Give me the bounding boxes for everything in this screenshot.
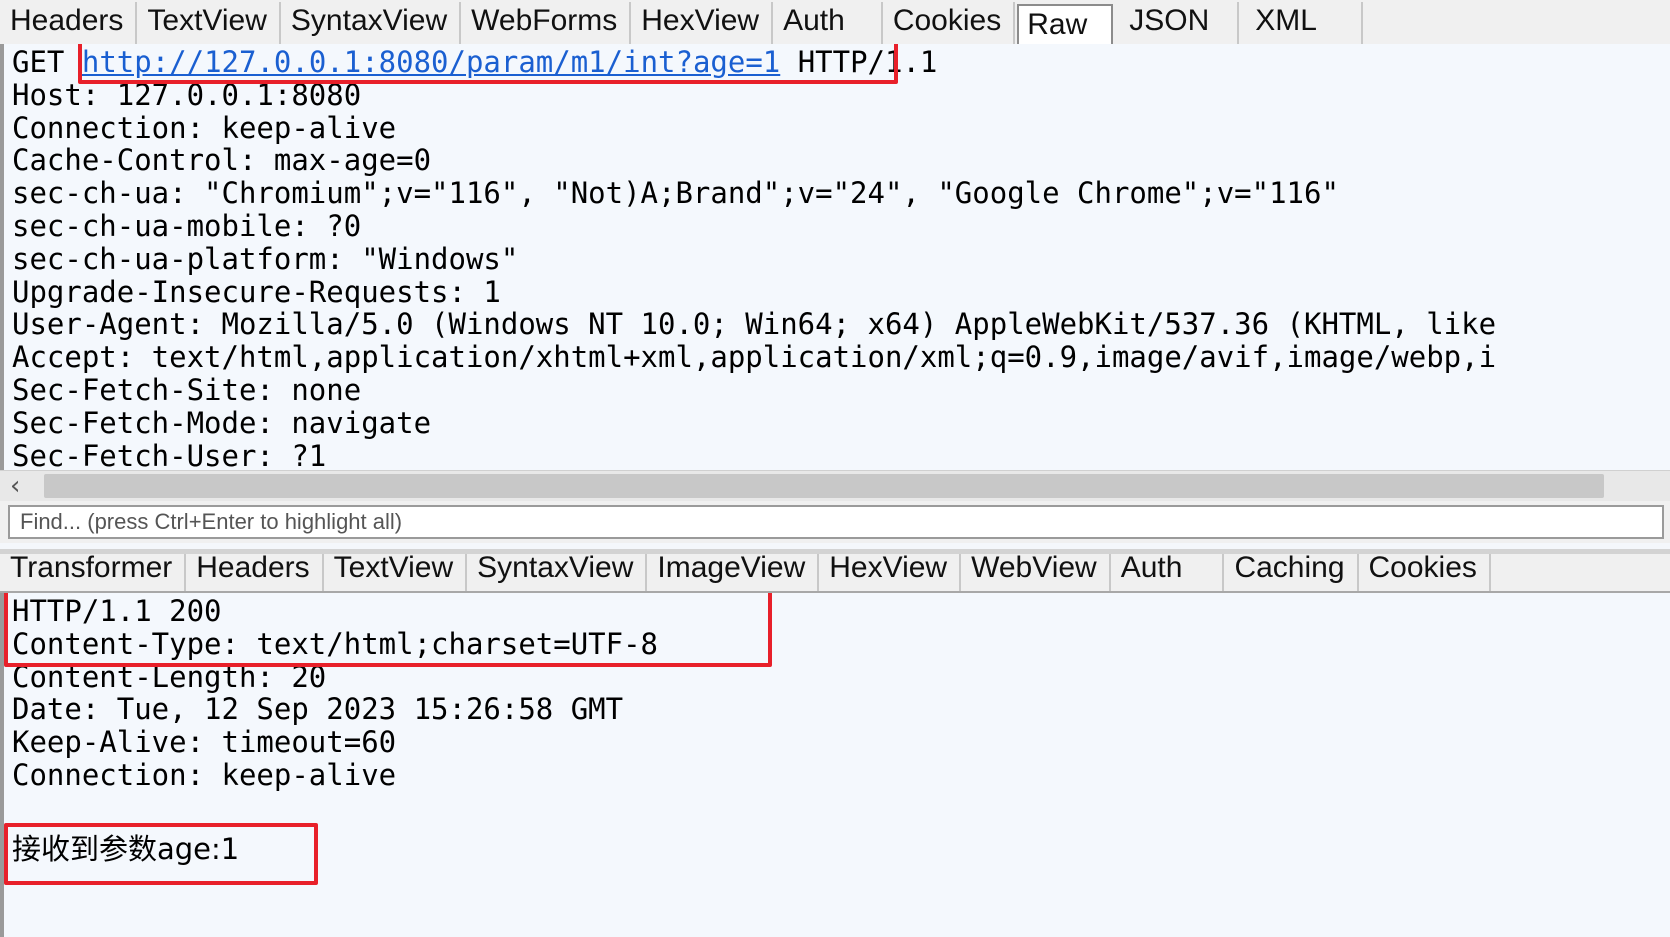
- request-tab-auth[interactable]: Auth: [773, 2, 883, 44]
- request-header-line: Connection: keep-alive: [12, 110, 397, 145]
- request-tab-raw[interactable]: Raw: [1017, 4, 1114, 44]
- request-header-line: Accept: text/html,application/xhtml+xml,…: [12, 340, 1497, 375]
- request-tab-headers[interactable]: Headers: [0, 2, 138, 44]
- response-tab-auth[interactable]: Auth: [1111, 554, 1225, 591]
- request-tab-cookies[interactable]: Cookies: [883, 2, 1016, 44]
- status-highlight-box: [4, 593, 772, 667]
- response-tab-cookies[interactable]: Cookies: [1359, 554, 1491, 591]
- request-header-line: Upgrade-Insecure-Requests: 1: [12, 274, 501, 309]
- response-tab-textview[interactable]: TextView: [324, 554, 468, 591]
- response-tab-imageview[interactable]: ImageView: [647, 554, 820, 591]
- request-tab-json[interactable]: JSON: [1113, 2, 1240, 44]
- request-header-line: Sec-Fetch-User: ?1: [12, 438, 327, 470]
- url-highlight-box: [78, 44, 898, 84]
- request-raw-text: GET http://127.0.0.1:8080/param/m1/int?a…: [4, 46, 1496, 470]
- request-header-line: sec-ch-ua-mobile: ?0: [12, 208, 362, 243]
- request-header-line: Sec-Fetch-Site: none: [12, 372, 362, 407]
- response-tab-syntaxview[interactable]: SyntaxView: [467, 554, 648, 591]
- request-tab-xml[interactable]: XML: [1239, 2, 1363, 44]
- request-header-line: User-Agent: Mozilla/5.0 (Windows NT 10.0…: [12, 307, 1497, 342]
- response-tab-webview[interactable]: WebView: [961, 554, 1111, 591]
- request-horizontal-scrollbar[interactable]: ‹: [0, 470, 1670, 502]
- request-tab-hexview[interactable]: HexView: [631, 2, 774, 44]
- response-tab-bar: Transformer Headers TextView SyntaxView …: [0, 549, 1670, 593]
- request-header-line: sec-ch-ua-platform: "Windows": [12, 241, 519, 276]
- body-highlight-box: [4, 823, 318, 885]
- find-input[interactable]: [8, 505, 1664, 539]
- request-header-line: Sec-Fetch-Mode: navigate: [12, 405, 432, 440]
- request-method: GET: [12, 45, 65, 79]
- request-tab-webforms[interactable]: WebForms: [461, 2, 632, 44]
- request-tab-bar: Headers TextView SyntaxView WebForms Hex…: [0, 0, 1670, 46]
- chevron-left-icon[interactable]: ‹: [10, 471, 40, 501]
- scrollbar-thumb[interactable]: [44, 474, 1604, 498]
- request-tab-syntaxview[interactable]: SyntaxView: [281, 2, 462, 44]
- request-raw-pane[interactable]: GET http://127.0.0.1:8080/param/m1/int?a…: [0, 44, 1670, 470]
- request-header-line: Cache-Control: max-age=0: [12, 143, 432, 178]
- response-raw-pane[interactable]: HTTP/1.1 200 Content-Type: text/html;cha…: [0, 593, 1670, 937]
- response-tab-caching[interactable]: Caching: [1224, 554, 1359, 591]
- request-tab-textview[interactable]: TextView: [137, 2, 281, 44]
- response-tab-transformer[interactable]: Transformer: [0, 554, 187, 591]
- response-tab-headers[interactable]: Headers: [186, 554, 324, 591]
- find-bar: [0, 501, 1670, 543]
- response-header-line: Connection: keep-alive: [12, 757, 397, 792]
- response-header-line: Date: Tue, 12 Sep 2023 15:26:58 GMT: [12, 692, 624, 727]
- response-header-line: Keep-Alive: timeout=60: [12, 725, 397, 760]
- request-header-line: sec-ch-ua: "Chromium";v="116", "Not)A;Br…: [12, 176, 1339, 211]
- response-tab-hexview[interactable]: HexView: [819, 554, 962, 591]
